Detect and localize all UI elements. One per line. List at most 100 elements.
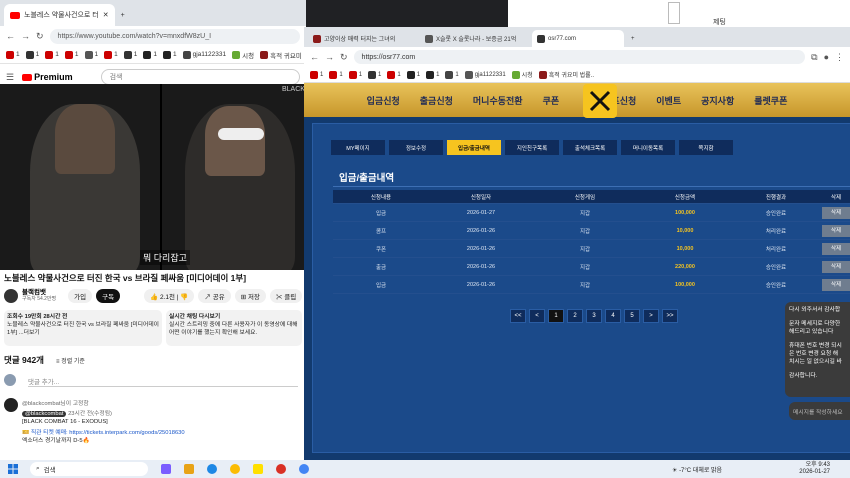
bookmark-item[interactable]: 1 bbox=[426, 70, 439, 79]
tab-youtube[interactable]: 노블레스 약물사건으로 터 ✕ bbox=[4, 4, 115, 26]
bookmark-item[interactable]: 1 bbox=[104, 50, 118, 59]
page-5[interactable]: 5 bbox=[624, 309, 640, 323]
add-comment-input[interactable]: 댓글 추가... bbox=[28, 376, 298, 387]
bookmark-item[interactable]: 1 bbox=[368, 70, 381, 79]
page-2[interactable]: 2 bbox=[567, 309, 583, 323]
tab-cat[interactable]: 고양이상 매력 터지는 그녀의 bbox=[308, 30, 418, 47]
url-input[interactable]: https://osr77.com bbox=[353, 50, 806, 64]
file-explorer-icon[interactable] bbox=[184, 464, 194, 474]
commenter-avatar[interactable] bbox=[4, 398, 18, 412]
page-first[interactable]: << bbox=[510, 309, 526, 323]
bookmark-item[interactable]: 1 bbox=[348, 70, 362, 79]
menu-icon[interactable]: ☰ bbox=[6, 72, 14, 83]
more-icon[interactable]: ⋮ bbox=[835, 52, 844, 63]
profile-icon[interactable]: ● bbox=[824, 52, 829, 62]
search-input[interactable]: 검색 bbox=[100, 69, 300, 85]
new-tab-button[interactable]: + bbox=[626, 30, 640, 47]
bookmark-item[interactable]: 1 bbox=[445, 70, 459, 79]
bookmark-item[interactable]: gja1122331 bbox=[182, 50, 226, 59]
video-player[interactable]: BLACK 뭐 다리잡고 bbox=[0, 84, 306, 270]
youtube-logo[interactable]: Premium bbox=[22, 72, 73, 82]
page-prev[interactable]: < bbox=[529, 309, 545, 323]
join-button[interactable]: 가입 bbox=[68, 289, 93, 303]
close-icon[interactable]: ✕ bbox=[103, 11, 109, 19]
sort-button[interactable]: ≡ 정렬 기준 bbox=[56, 356, 85, 365]
new-tab-button[interactable]: + bbox=[115, 4, 131, 26]
page-3[interactable]: 3 bbox=[586, 309, 602, 323]
tab-slot[interactable]: X슬롯 X 슬롯나라 - 보증금 21억 bbox=[420, 30, 530, 47]
edge-icon[interactable] bbox=[207, 464, 217, 474]
delete-button[interactable]: 삭제 bbox=[822, 260, 850, 273]
bookmark-item[interactable]: 1 bbox=[6, 50, 20, 59]
bookmark-item[interactable]: 1 bbox=[163, 50, 177, 59]
extensions-icon[interactable]: ⧉ bbox=[811, 52, 817, 63]
subscribe-button[interactable]: 구독 bbox=[96, 289, 121, 303]
tab-money-moves[interactable]: 머니이동목록 bbox=[621, 140, 675, 155]
tab-attendance[interactable]: 출석체크목록 bbox=[563, 140, 617, 155]
copilot-icon[interactable] bbox=[161, 464, 171, 474]
avatar[interactable] bbox=[4, 289, 18, 303]
reload-icon[interactable]: ↻ bbox=[340, 52, 348, 63]
bookmark-item[interactable]: 1 bbox=[45, 50, 59, 59]
nav-notice[interactable]: 공지사항 bbox=[701, 94, 734, 107]
tab-mypage[interactable]: MY페이지 bbox=[331, 140, 385, 155]
bookmark-item[interactable]: 1 bbox=[329, 70, 343, 79]
bookmark-item[interactable]: 1 bbox=[310, 70, 323, 79]
tab-messages[interactable]: 쪽지함 bbox=[679, 140, 733, 155]
bookmark-item[interactable]: 1 bbox=[143, 50, 157, 59]
bookmark-item[interactable]: 1 bbox=[64, 50, 79, 59]
nav-deposit[interactable]: 입금신청 bbox=[367, 94, 400, 107]
page-next[interactable]: > bbox=[643, 309, 659, 323]
tab-friends[interactable]: 지인친구목록 bbox=[505, 140, 559, 155]
bookmark-item[interactable]: 1 bbox=[84, 50, 98, 59]
live-chat-replay-box[interactable]: 실시간 채팅 다시보기 실시간 스트리밍 중에 다른 사용자가 이 동영상에 대… bbox=[166, 310, 302, 346]
clip-button[interactable]: ✂ 클립 bbox=[269, 289, 303, 303]
delete-button[interactable]: 삭제 bbox=[822, 206, 850, 219]
back-icon[interactable]: ← bbox=[310, 52, 319, 62]
chrome-icon[interactable] bbox=[230, 464, 240, 474]
forward-icon[interactable]: → bbox=[21, 31, 30, 41]
tab-edit-info[interactable]: 정보수정 bbox=[389, 140, 443, 155]
description-box[interactable]: 조회수 19만회 28시간 전 노블레스 약물사건으로 터진 한국 vs 브라질… bbox=[4, 310, 162, 346]
windows-start-icon[interactable] bbox=[8, 464, 18, 474]
nav-withdraw[interactable]: 출금신청 bbox=[420, 94, 453, 107]
bookmark-item[interactable]: 1 bbox=[387, 70, 401, 79]
delete-button[interactable]: 삭제 bbox=[822, 278, 850, 291]
page-4[interactable]: 4 bbox=[605, 309, 621, 323]
reload-icon[interactable]: ↻ bbox=[36, 31, 44, 42]
chrome-profile-icon[interactable] bbox=[299, 464, 309, 474]
save-button[interactable]: ⊞ 저장 bbox=[234, 289, 266, 303]
url-input[interactable]: https://www.youtube.com/watch?v=mnxdfW8z… bbox=[49, 28, 300, 44]
bookmark-item[interactable]: 1 bbox=[123, 50, 137, 59]
weather[interactable]: ☀ -7°C 대체로 맑음 bbox=[672, 465, 722, 474]
bookmark-item[interactable]: 시청 bbox=[232, 50, 254, 60]
channel-name[interactable]: 블랙컴뱃 bbox=[22, 289, 56, 296]
chrome-window-icon[interactable] bbox=[276, 464, 286, 474]
nav-roulette[interactable]: 룰렛쿠폰 bbox=[754, 94, 787, 107]
page-last[interactable]: >> bbox=[662, 309, 678, 323]
nav-coupon[interactable]: 쿠폰 bbox=[543, 94, 560, 107]
taskbar-search[interactable]: ⌕ 검색 bbox=[30, 462, 148, 476]
close-menu-button[interactable] bbox=[583, 84, 617, 118]
chat-input[interactable]: 메시지를 작성하세요 bbox=[789, 402, 850, 420]
kakaotalk-icon[interactable] bbox=[253, 464, 263, 474]
bookmark-item[interactable]: gja1122331 bbox=[464, 70, 506, 79]
comment-author[interactable]: @blackcombat bbox=[22, 411, 67, 417]
thumbs-down-icon[interactable]: 👎 bbox=[180, 294, 188, 301]
nav-money-convert[interactable]: 머니수동전환 bbox=[473, 94, 523, 107]
tab-transactions[interactable]: 입금/출금내역 bbox=[447, 140, 501, 155]
page-1[interactable]: 1 bbox=[548, 309, 564, 323]
nav-event[interactable]: 이벤트 bbox=[656, 94, 681, 107]
like-button[interactable]: 👍 2.1천 | 👎 bbox=[144, 289, 195, 303]
bookmark-item[interactable]: 시청 bbox=[511, 70, 533, 79]
share-button[interactable]: ↗ 공유 bbox=[198, 289, 231, 303]
bookmark-item[interactable]: 흑적 귀요미 법률.. bbox=[260, 50, 306, 60]
bookmark-item[interactable]: 1 bbox=[25, 50, 39, 59]
bookmark-item[interactable]: 흑적 귀요미 법률.. bbox=[538, 70, 594, 79]
tab-osr[interactable]: osr77.com bbox=[532, 30, 624, 47]
clock[interactable]: 오후 9:43 2026-01-27 bbox=[799, 462, 830, 476]
back-icon[interactable]: ← bbox=[6, 31, 15, 41]
delete-button[interactable]: 삭제 bbox=[822, 242, 850, 255]
delete-button[interactable]: 삭제 bbox=[822, 224, 850, 237]
forward-icon[interactable]: → bbox=[325, 52, 334, 62]
